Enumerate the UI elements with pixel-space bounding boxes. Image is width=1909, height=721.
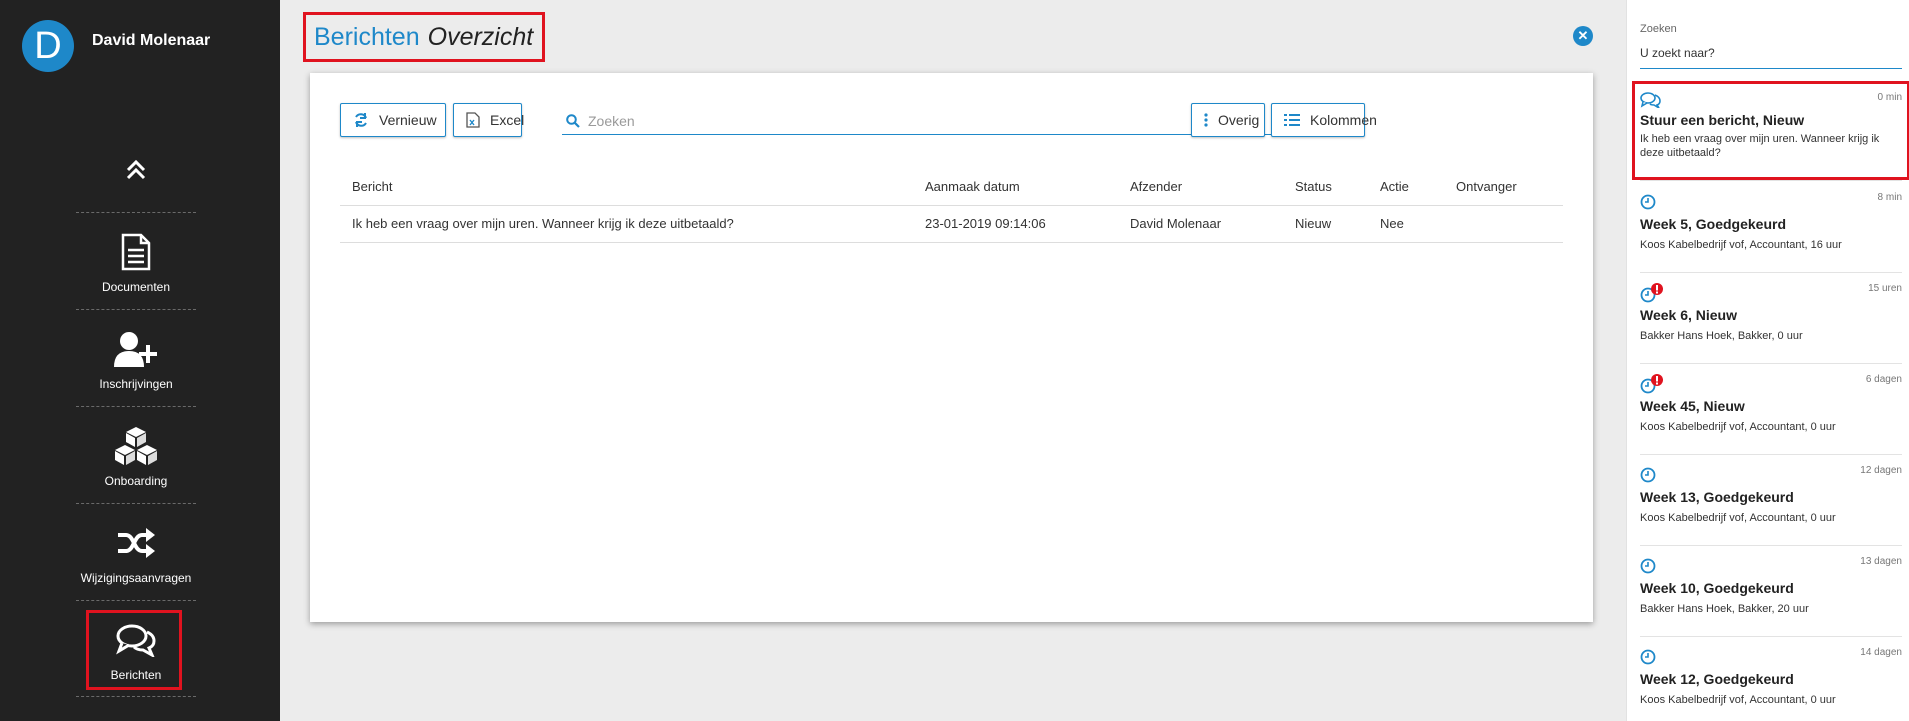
notification-time: 15 uren — [1868, 283, 1902, 294]
notification-subtitle: Bakker Hans Hoek, Bakker, 0 uur — [1640, 330, 1803, 342]
sidebar-item-inschrijvingen[interactable]: Inschrijvingen — [76, 309, 196, 406]
notification-subtitle: Bakker Hans Hoek, Bakker, 20 uur — [1640, 603, 1809, 615]
panel-search-label: Zoeken — [1640, 23, 1677, 35]
refresh-label: Vernieuw — [379, 112, 437, 128]
table-cell: 23-01-2019 09:14:06 — [913, 205, 1118, 243]
notification-item[interactable]: 8 min Week 5, Goedgekeurd Koos Kabelbedrij… — [1640, 182, 1902, 273]
messages-card: Vernieuw Excel Zoeken Overig Kolommen Be… — [310, 73, 1593, 622]
notification-subtitle: Koos Kabelbedrijf vof, Accountant, 0 uur — [1640, 421, 1836, 433]
notification-time: 14 dagen — [1860, 647, 1902, 658]
excel-button[interactable]: Excel — [453, 103, 525, 137]
notification-item[interactable]: 6 dagen Week 45, Nieuw Koos Kabelbedrijf v… — [1640, 364, 1902, 455]
page-title: Berichten Overzicht — [303, 12, 546, 62]
clock-icon — [1640, 647, 1666, 667]
notification-subtitle: Koos Kabelbedrijf vof, Accountant, 16 uu… — [1640, 239, 1842, 251]
table-cell: David Molenaar — [1118, 205, 1283, 243]
table-cell: Ik heb een vraag over mijn uren. Wanneer… — [340, 205, 913, 243]
highlight-box — [1632, 81, 1909, 180]
notification-title: Week 10, Goedgekeurd — [1640, 580, 1794, 596]
sidebar-item-onboarding[interactable]: Onboarding — [76, 406, 196, 503]
other-label: Overig — [1218, 112, 1260, 128]
notification-item[interactable]: 13 dagen Week 10, Goedgekeurd Bakker Hans … — [1640, 546, 1902, 637]
clock-icon — [1640, 465, 1666, 485]
user-profile[interactable]: D David Molenaar — [22, 20, 210, 72]
notification-item[interactable]: 12 dagen Week 13, Goedgekeurd Koos Kabelbe… — [1640, 455, 1902, 546]
collapse-menu-icon[interactable] — [122, 158, 150, 184]
more-vertical-icon — [1204, 112, 1208, 128]
messages-table: Bericht Aanmaak datum Afzender Status Ac… — [340, 169, 1563, 243]
notification-time: 6 dagen — [1865, 374, 1902, 385]
notification-title: Week 12, Goedgekeurd — [1640, 671, 1794, 687]
column-header[interactable]: Afzender — [1118, 169, 1283, 206]
panel-search-input[interactable] — [1640, 46, 1902, 60]
sidebar-item-label: Onboarding — [104, 474, 168, 488]
column-header[interactable]: Status — [1283, 169, 1368, 206]
table-cell — [1444, 205, 1563, 243]
sidebar-item-label: Documenten — [101, 280, 171, 294]
column-header[interactable]: Aanmaak datum — [913, 169, 1118, 206]
sidebar-item-documenten[interactable]: Documenten — [76, 212, 196, 309]
table-cell: Nee — [1368, 205, 1444, 243]
sidebar-item-label: Inschrijvingen — [99, 377, 173, 391]
page-title-main: Berichten — [314, 23, 420, 51]
notification-time: 13 dagen — [1860, 556, 1902, 567]
clock-alert-icon — [1640, 283, 1666, 303]
notification-item[interactable]: 15 uren Week 6, Nieuw Bakker Hans Hoek, Ba… — [1640, 273, 1902, 364]
list-icon — [1284, 112, 1300, 128]
notification-title: Week 45, Nieuw — [1640, 398, 1745, 414]
avatar[interactable]: D — [22, 20, 74, 72]
page-title-sub: Overzicht — [427, 23, 534, 51]
excel-file-icon — [466, 112, 480, 128]
column-header[interactable]: Ontvanger — [1444, 169, 1563, 206]
notification-subtitle: Koos Kabelbedrijf vof, Accountant, 0 uur — [1640, 694, 1836, 706]
column-header[interactable]: Actie — [1368, 169, 1444, 206]
shuffle-icon — [114, 523, 158, 563]
sidebar: D David Molenaar Documenten Inschrijving… — [0, 0, 280, 721]
notification-title: Week 13, Goedgekeurd — [1640, 489, 1794, 505]
cubes-icon — [114, 426, 158, 466]
search-icon — [566, 113, 580, 128]
sidebar-item-wijzigingsaanvragen[interactable]: Wijzigingsaanvragen — [76, 503, 196, 600]
refresh-icon — [353, 112, 369, 128]
notification-item[interactable]: 14 dagen Week 12, Goedgekeurd Koos Kabelbe… — [1640, 637, 1902, 721]
columns-button[interactable]: Kolommen — [1271, 103, 1377, 137]
sidebar-item-label: Wijzigingsaanvragen — [80, 571, 192, 585]
clock-alert-icon — [1640, 374, 1666, 394]
user-name: David Molenaar — [92, 32, 211, 49]
table-header-row: Bericht Aanmaak datum Afzender Status Ac… — [340, 169, 1563, 206]
toolbar: Vernieuw Excel Zoeken Overig Kolommen — [340, 103, 1563, 137]
refresh-button[interactable]: Vernieuw — [340, 103, 446, 137]
user-plus-icon — [114, 329, 158, 369]
table-cell: Nieuw — [1283, 205, 1368, 243]
notification-title: Week 5, Goedgekeurd — [1640, 216, 1787, 232]
notification-time: 8 min — [1877, 192, 1902, 203]
document-icon — [114, 232, 158, 272]
column-header[interactable]: Bericht — [340, 169, 913, 206]
columns-label: Kolommen — [1310, 112, 1377, 128]
close-icon[interactable]: ✕ — [1573, 26, 1593, 46]
highlight-box — [86, 610, 182, 690]
clock-icon — [1640, 192, 1666, 212]
notification-time: 12 dagen — [1860, 465, 1902, 476]
notification-subtitle: Koos Kabelbedrijf vof, Accountant, 0 uur — [1640, 512, 1836, 524]
clock-icon — [1640, 556, 1666, 576]
table-row[interactable]: Ik heb een vraag over mijn uren. Wanneer… — [340, 205, 1563, 243]
other-button[interactable]: Overig — [1191, 103, 1265, 137]
panel-search-field[interactable] — [1640, 44, 1902, 69]
excel-label: Excel — [490, 112, 525, 128]
notification-title: Week 6, Nieuw — [1640, 307, 1738, 323]
